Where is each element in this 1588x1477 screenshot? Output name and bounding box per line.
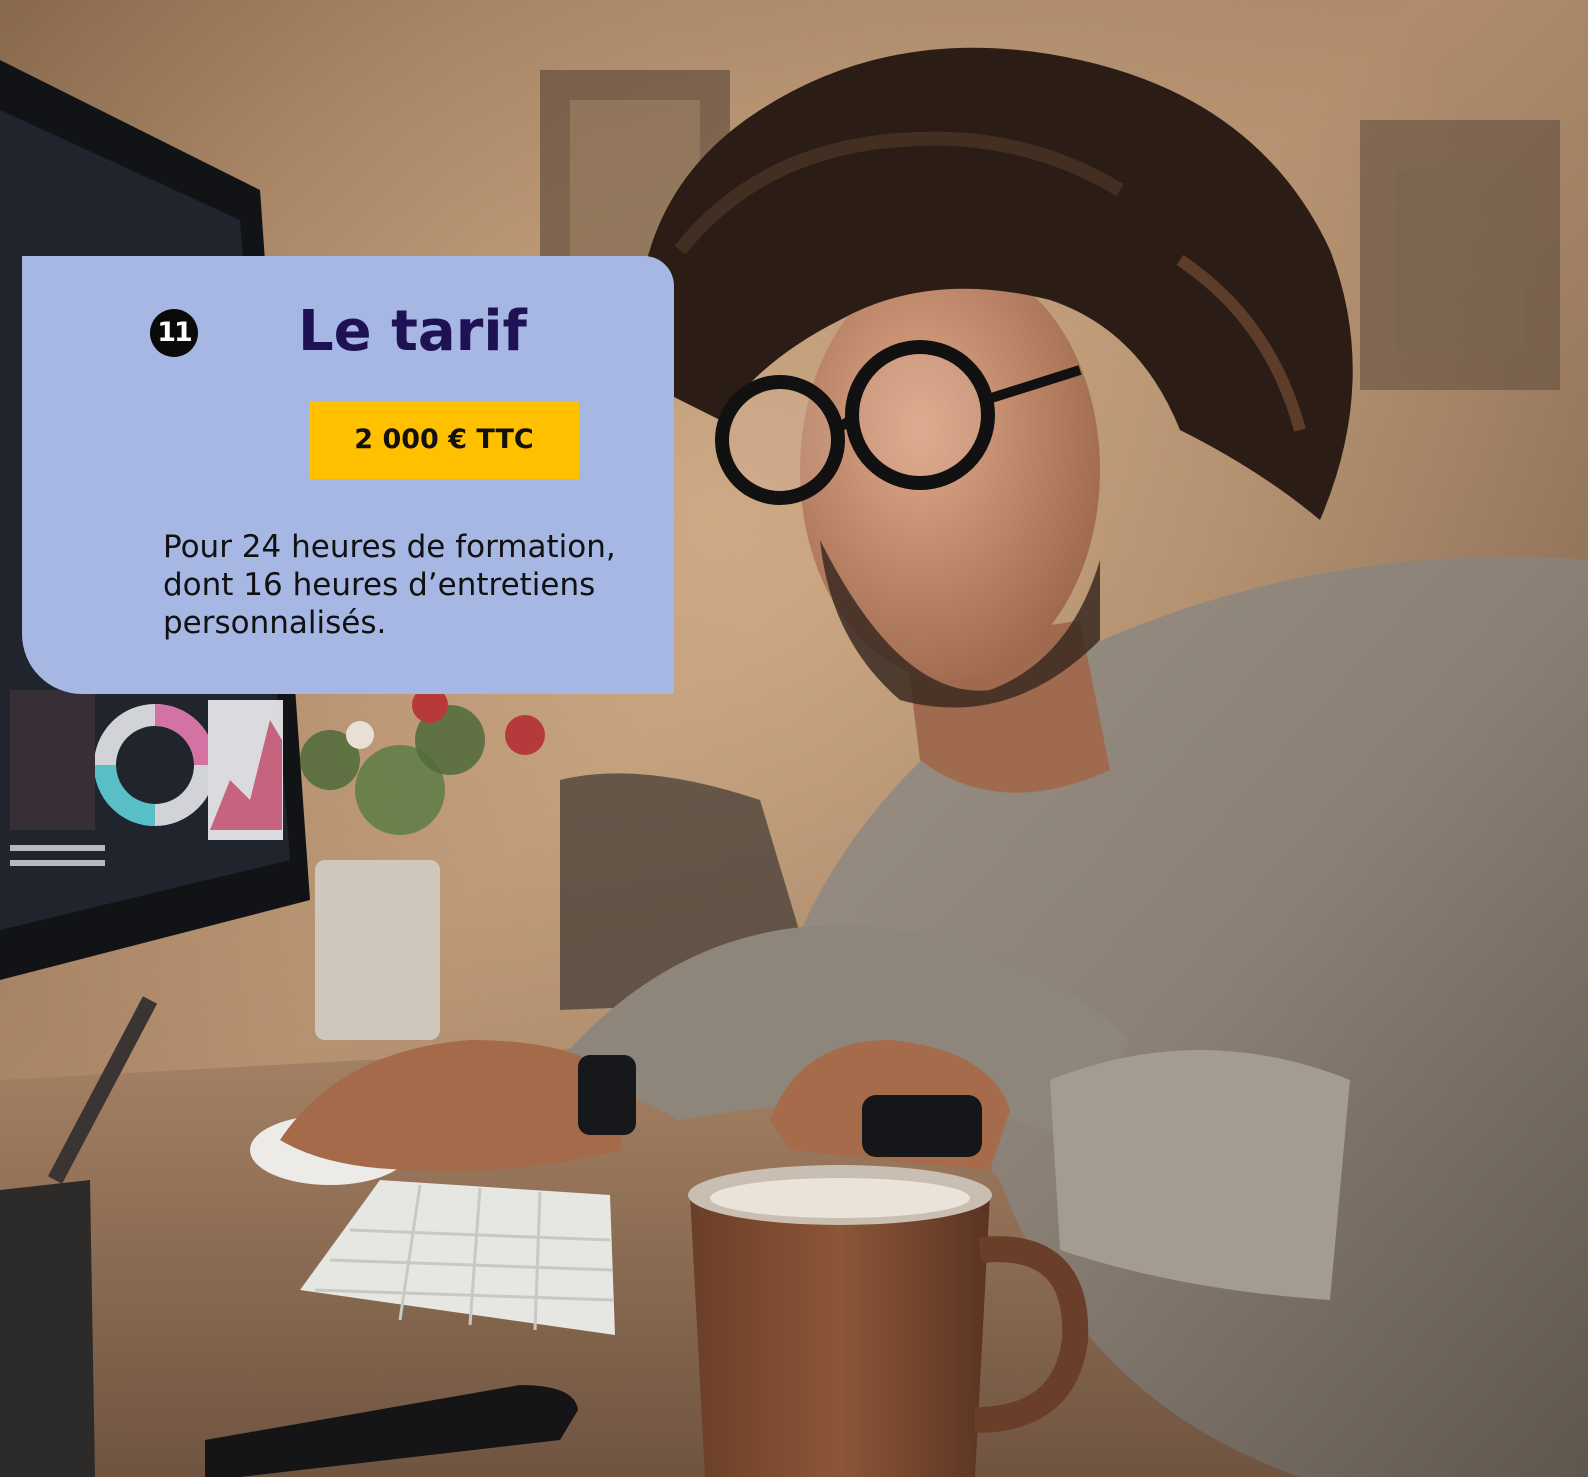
background-photo — [0, 0, 1588, 1477]
card-title: Le tarif — [298, 299, 527, 364]
pricing-card: 11 Le tarif 2 000 € TTC Pour 24 heures d… — [22, 256, 674, 694]
description-line: dont 16 heures d’entretiens — [163, 567, 596, 603]
description-line: Pour 24 heures de formation, — [163, 529, 616, 565]
step-number-badge: 11 — [150, 309, 198, 357]
card-description: Pour 24 heures de formation, dont 16 heu… — [163, 528, 643, 642]
description-line: personnalisés. — [163, 605, 387, 641]
price-badge: 2 000 € TTC — [309, 401, 579, 479]
hero-scene: 11 Le tarif 2 000 € TTC Pour 24 heures d… — [0, 0, 1588, 1477]
